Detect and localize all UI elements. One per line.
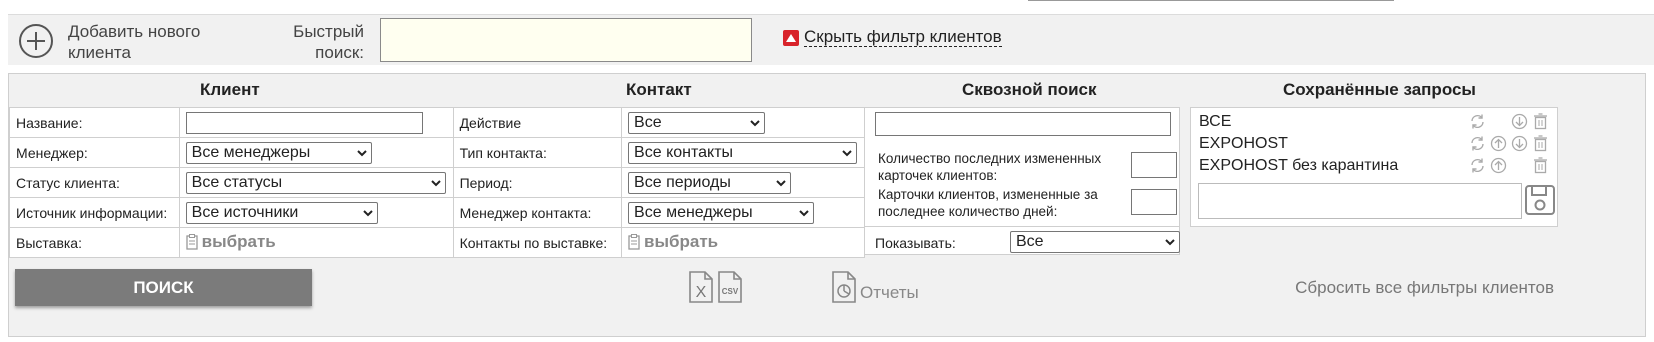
changed-days-label: Карточки клиентов, измененные за последн…	[878, 187, 1098, 219]
refresh-icon[interactable]	[1469, 113, 1486, 130]
reset-filters-link[interactable]: Сбросить все фильтры клиентов	[1295, 278, 1554, 298]
client-contact-filter-table: Название: Действие Все Менеджер: Все мен…	[9, 107, 865, 258]
section-client-title: Клиент	[200, 80, 260, 99]
contact-type-label: Тип контакта:	[452, 137, 623, 168]
contact-manager-select[interactable]: Все менеджеры	[628, 201, 815, 224]
move-up-icon[interactable]	[1490, 157, 1507, 174]
reports-link[interactable]: Отчеты	[860, 283, 919, 303]
trash-icon[interactable]	[1532, 135, 1549, 152]
top-toolbar: Добавить нового клиента Быстрый поиск: С…	[8, 14, 1654, 65]
chevron-down-icon	[362, 209, 373, 216]
add-client-icon[interactable]	[18, 23, 54, 59]
saved-query-name: EXPOHOST без карантина	[1199, 157, 1399, 174]
contact-exhibition-choose[interactable]: выбрать	[628, 232, 718, 252]
section-cross-search-title: Сквозной поиск	[962, 80, 1097, 99]
quick-search-input[interactable]	[380, 18, 752, 62]
contact-type-value: Все контакты	[634, 143, 734, 161]
cross-search-panel: Количество последних измененных карточек…	[864, 107, 1180, 255]
client-status-label: Статус клиента:	[9, 167, 180, 198]
contact-period-select[interactable]: Все периоды	[628, 171, 792, 194]
client-source-value: Все источники	[191, 203, 299, 221]
csv-export-icon[interactable]: CSV	[717, 270, 743, 309]
move-up-icon[interactable]	[1490, 135, 1507, 152]
contact-period-value: Все периоды	[634, 173, 731, 191]
saved-query-name: ВСЕ	[1199, 113, 1232, 130]
chevron-down-icon	[356, 149, 367, 156]
client-name-input[interactable]	[185, 111, 423, 134]
search-button[interactable]: ПОИСК	[15, 269, 312, 306]
chevron-down-icon	[842, 149, 852, 156]
client-exhibition-label: Выставка:	[9, 227, 180, 258]
last-changed-input[interactable]	[1131, 152, 1177, 178]
refresh-icon[interactable]	[1469, 135, 1486, 152]
trash-icon[interactable]	[1532, 113, 1549, 130]
collapse-up-icon	[783, 29, 799, 46]
section-contact-title: Контакт	[626, 80, 692, 99]
client-status-select[interactable]: Все статусы	[185, 171, 446, 194]
chevron-down-icon	[1165, 239, 1175, 246]
cross-search-input[interactable]	[875, 112, 1171, 136]
client-source-select[interactable]: Все источники	[185, 201, 378, 224]
chevron-down-icon	[750, 119, 760, 126]
move-down-icon[interactable]	[1511, 113, 1528, 130]
contact-manager-label: Менеджер контакта:	[452, 197, 623, 228]
show-value: Все	[1016, 233, 1044, 250]
client-name-label: Название:	[9, 107, 180, 138]
client-status-value: Все статусы	[191, 173, 283, 191]
chevron-down-icon	[430, 179, 441, 186]
reports-chart-icon[interactable]	[831, 270, 857, 309]
filter-row: Источник информации: Все источники Менед…	[9, 197, 865, 228]
contact-exhibition-label: Контакты по выставке:	[452, 227, 623, 258]
changed-days-input[interactable]	[1131, 189, 1177, 215]
show-label: Показывать:	[875, 235, 956, 251]
save-query-name-input[interactable]	[1198, 183, 1522, 219]
filter-row: Название: Действие Все	[9, 107, 865, 138]
section-saved-queries-title: Сохранённые запросы	[1283, 80, 1476, 99]
contact-type-select[interactable]: Все контакты	[628, 141, 858, 164]
chevron-down-icon	[799, 209, 809, 216]
move-down-icon[interactable]	[1511, 135, 1528, 152]
client-manager-select[interactable]: Все менеджеры	[185, 141, 372, 164]
hide-filter-link[interactable]: Скрыть фильтр клиентов	[783, 28, 1002, 47]
filter-row: Менеджер: Все менеджеры Тип контакта: Вс…	[9, 137, 865, 168]
show-select[interactable]: Все	[1010, 231, 1180, 253]
scroll-indicator	[1028, 0, 1394, 1]
client-manager-label: Менеджер:	[9, 137, 180, 168]
filter-row: Статус клиента: Все статусы Период: Все …	[9, 167, 865, 198]
refresh-icon[interactable]	[1469, 157, 1486, 174]
svg-text:X: X	[696, 284, 707, 301]
saved-query-row[interactable]: ВСЕ	[1191, 111, 1557, 133]
clipboard-icon	[628, 234, 640, 250]
chevron-down-icon	[776, 179, 786, 186]
hide-filter-label: Скрыть фильтр клиентов	[804, 27, 1002, 47]
contact-exhibition-choose-label: выбрать	[644, 232, 719, 251]
divider	[865, 226, 1179, 227]
client-manager-value: Все менеджеры	[191, 143, 311, 161]
contact-period-label: Период:	[452, 167, 623, 198]
save-disk-icon[interactable]	[1524, 184, 1556, 221]
contact-manager-value: Все менеджеры	[634, 203, 753, 221]
saved-query-row[interactable]: EXPOHOST	[1191, 133, 1557, 155]
client-exhibition-choose-label: выбрать	[201, 232, 276, 251]
quick-search-label: Быстрый поиск:	[293, 22, 364, 62]
clipboard-icon	[185, 234, 198, 250]
add-client-link[interactable]: Добавить нового клиента	[68, 21, 228, 63]
svg-text:CSV: CSV	[722, 287, 739, 296]
excel-export-icon[interactable]: X	[688, 270, 714, 309]
client-exhibition-choose[interactable]: выбрать	[185, 232, 276, 252]
filter-row: Выставка: выбрать Контакты по выставке: …	[9, 227, 865, 258]
saved-query-row[interactable]: EXPOHOST без карантина	[1191, 155, 1557, 177]
saved-query-name: EXPOHOST	[1199, 135, 1288, 152]
contact-action-label: Действие	[452, 107, 623, 138]
last-changed-label: Количество последних измененных карточек…	[878, 151, 1102, 183]
contact-action-select[interactable]: Все	[628, 111, 766, 134]
client-source-label: Источник информации:	[9, 197, 180, 228]
trash-icon[interactable]	[1532, 157, 1549, 174]
contact-action-value: Все	[634, 113, 662, 131]
